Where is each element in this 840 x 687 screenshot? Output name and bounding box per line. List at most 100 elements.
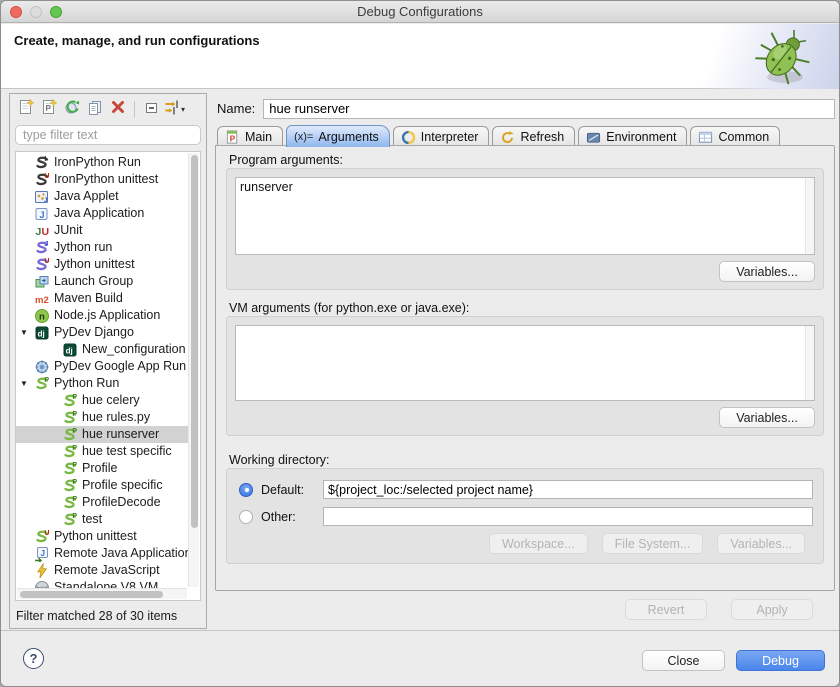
tree-item-junit[interactable]: JUJUnit [16, 222, 188, 239]
tree-item-profiledecode[interactable]: PProfileDecode [16, 494, 188, 511]
environment-tab-icon [586, 130, 601, 145]
svg-text:J: J [41, 548, 45, 557]
python-snake-icon: P [62, 393, 78, 409]
vm-arguments-textarea[interactable] [236, 326, 814, 400]
vm-arguments-variables-button[interactable]: Variables... [719, 407, 815, 428]
revert-button[interactable]: Revert [625, 599, 707, 620]
tab-refresh[interactable]: Refresh [492, 126, 575, 147]
tree-item-pydev-django[interactable]: ▼djPyDev Django [16, 324, 188, 341]
configurations-sidebar: P▾ IIronPython RunUIronPython unittestJJ… [9, 93, 207, 629]
filter-status: Filter matched 28 of 30 items [16, 609, 177, 623]
textarea-scrollbar[interactable] [805, 326, 814, 400]
python-snake-icon: I [34, 155, 50, 171]
debug-configurations-dialog: Debug Configurations Create, manage, and… [0, 0, 840, 687]
tree-horizontal-scrollbar[interactable] [17, 588, 187, 599]
tree-item-pydev-google-app-run[interactable]: PyDev Google App Run [16, 358, 188, 375]
tab-environment[interactable]: Environment [578, 126, 687, 147]
program-arguments-variables-button[interactable]: Variables... [719, 261, 815, 282]
tree-item-ironpython-run[interactable]: I IronPython Run [16, 154, 188, 171]
svg-text:U: U [44, 173, 49, 180]
svg-text:P: P [45, 104, 51, 113]
tree-item-label: hue rules.py [82, 409, 150, 426]
tree-item-label: IronPython Run [54, 154, 141, 171]
working-directory-variables-button[interactable]: Variables... [717, 533, 805, 554]
tree-item-python-run[interactable]: ▼PPython Run [16, 375, 188, 392]
svg-text:U: U [44, 258, 49, 265]
tab-main[interactable]: PMain [217, 126, 283, 147]
tree-item-test[interactable]: Ptest [16, 511, 188, 528]
filter-input[interactable] [15, 125, 201, 145]
tree-item-ironpython-unittest[interactable]: U IronPython unittest [16, 171, 188, 188]
other-directory-input[interactable] [323, 507, 813, 526]
name-input[interactable] [263, 99, 835, 119]
new-prototype-button[interactable]: P [37, 98, 60, 120]
tree-item-maven-build[interactable]: m2Maven Build [16, 290, 188, 307]
tree-item-new-configuration[interactable]: djNew_configuration [16, 341, 188, 358]
duplicate-configuration-button[interactable] [83, 98, 106, 120]
tree-item-node-js-application[interactable]: nNode.js Application [16, 307, 188, 324]
apply-button[interactable]: Apply [731, 599, 813, 620]
tree-item-label: JUnit [54, 222, 82, 239]
tree-item-label: IronPython unittest [54, 171, 158, 188]
title-bar: Debug Configurations [1, 1, 839, 23]
configuration-detail-panel: Name: PMain(x)=ArgumentsInterpreterRefre… [213, 93, 837, 629]
svg-text:I: I [44, 156, 46, 163]
dropdown-caret-icon: ▾ [181, 105, 185, 114]
help-button[interactable]: ? [23, 648, 44, 669]
tree-item-jython-unittest[interactable]: UJython unittest [16, 256, 188, 273]
tree-item-hue-runserver[interactable]: Phue runserver [16, 426, 188, 443]
tab-arguments[interactable]: (x)=Arguments [286, 125, 390, 147]
workspace-button[interactable]: Workspace... [489, 533, 588, 554]
junit-icon: JU [34, 223, 50, 239]
tab-label: Refresh [520, 130, 564, 144]
dialog-banner: Create, manage, and run configurations [1, 24, 839, 89]
filter-configurations-button[interactable]: ▾ [163, 98, 186, 120]
tree-item-hue-test-specific[interactable]: Phue test specific [16, 443, 188, 460]
program-arguments-textarea[interactable]: runserver [236, 178, 814, 254]
python-snake-icon: P [62, 461, 78, 477]
tree-item-java-application[interactable]: JJava Application [16, 205, 188, 222]
program-arguments-label: Program arguments: [229, 153, 343, 167]
collapse-all-button[interactable] [140, 98, 163, 120]
close-button[interactable]: Close [642, 650, 725, 671]
tree-item-label: Java Applet [54, 188, 119, 205]
tree-item-standalone-v8-vm[interactable]: Standalone V8 VM [16, 579, 188, 588]
tree-item-profile-specific[interactable]: PProfile specific [16, 477, 188, 494]
file-system-button[interactable]: File System... [602, 533, 704, 554]
other-radio[interactable] [239, 510, 253, 524]
tab-common[interactable]: Common [690, 126, 780, 147]
tree-item-label: Node.js Application [54, 307, 160, 324]
tree-item-profile[interactable]: PProfile [16, 460, 188, 477]
debug-button[interactable]: Debug [736, 650, 825, 671]
delete-configuration-button[interactable] [106, 98, 129, 120]
tree-vertical-scrollbar[interactable] [188, 153, 199, 587]
expand-arrow-icon[interactable]: ▼ [20, 375, 28, 392]
tree-item-label: New_configuration [82, 341, 186, 358]
close-window-button[interactable] [10, 6, 22, 18]
tree-item-hue-celery[interactable]: Phue celery [16, 392, 188, 409]
tree-item-hue-rules-py[interactable]: Phue rules.py [16, 409, 188, 426]
tree-item-remote-java-application[interactable]: JRemote Java Application [16, 545, 188, 562]
tree-item-launch-group[interactable]: Launch Group [16, 273, 188, 290]
tree-item-jython-run[interactable]: JJython run [16, 239, 188, 256]
common-tab-icon [698, 130, 713, 145]
tree-item-python-unittest[interactable]: UPython unittest [16, 528, 188, 545]
tab-interpreter[interactable]: Interpreter [393, 126, 490, 147]
new-configuration-button[interactable] [14, 98, 37, 120]
minimize-window-button[interactable] [30, 6, 42, 18]
export-configurations-button[interactable] [60, 98, 83, 120]
tree-item-remote-javascript[interactable]: Remote JavaScript [16, 562, 188, 579]
zoom-window-button[interactable] [50, 6, 62, 18]
python-snake-icon: P [34, 376, 50, 392]
python-snake-icon: J [34, 240, 50, 256]
textarea-scrollbar[interactable] [805, 178, 814, 254]
tree-item-label: Launch Group [54, 273, 133, 290]
default-directory-input[interactable] [323, 480, 813, 499]
tree-item-label: Remote JavaScript [54, 562, 160, 579]
expand-arrow-icon[interactable]: ▼ [20, 324, 28, 341]
default-radio[interactable] [239, 483, 253, 497]
args-tab-icon: (x)= [294, 131, 313, 143]
tree-item-java-applet[interactable]: JJava Applet [16, 188, 188, 205]
python-snake-icon: U [34, 529, 50, 545]
python-snake-icon: U [34, 172, 50, 188]
